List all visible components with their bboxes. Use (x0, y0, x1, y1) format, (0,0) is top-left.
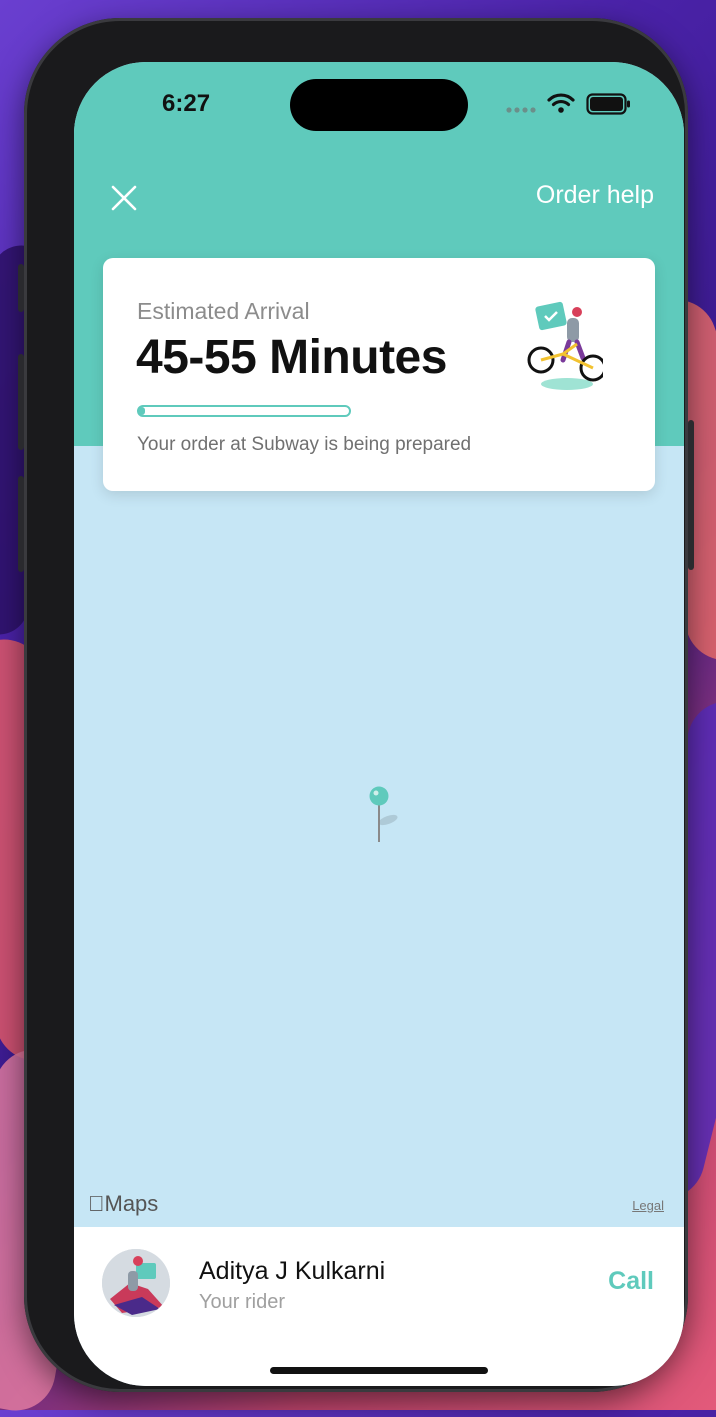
eta-card: Estimated Arrival 45-55 Minutes Your ord… (103, 258, 655, 491)
maps-attribution: Maps (88, 1191, 158, 1217)
rider-avatar-illustration (102, 1249, 170, 1317)
map-pin-icon[interactable] (366, 786, 402, 846)
maps-attribution-label: Maps (88, 1191, 159, 1216)
volume-down-button (18, 476, 24, 572)
order-help-link[interactable]: Order help (536, 181, 654, 210)
progress-fill (139, 407, 146, 415)
rider-on-bicycle-illustration (527, 301, 603, 390)
call-button[interactable]: Call (608, 1267, 654, 1296)
legal-link[interactable]: Legal (632, 1198, 664, 1213)
mute-switch (18, 264, 24, 312)
rider-role: Your rider (199, 1291, 285, 1313)
home-indicator[interactable] (270, 1367, 488, 1374)
volume-up-button (18, 354, 24, 450)
eta-label: Estimated Arrival (137, 298, 310, 324)
order-status-text: Your order at Subway is being prepared (137, 434, 472, 455)
rider-name: Aditya J Kulkarni (199, 1257, 386, 1285)
dynamic-island (290, 79, 468, 131)
status-time: 6:27 (162, 90, 211, 117)
cellular-signal-icon (506, 107, 536, 113)
rider-panel: Aditya J Kulkarni Your rider Call (74, 1227, 684, 1386)
battery-icon (586, 93, 630, 115)
phone-frame: 6:27 Order help Maps Legal Estimated Arr… (18, 18, 694, 1392)
progress-bar (137, 405, 351, 417)
close-icon[interactable] (108, 182, 140, 214)
wifi-icon (547, 93, 575, 113)
status-bar: 6:27 (74, 62, 684, 152)
power-button (688, 420, 694, 570)
app-screen: 6:27 Order help Maps Legal Estimated Arr… (74, 62, 684, 1386)
rider-avatar (102, 1249, 170, 1317)
apple-logo-icon:  (88, 1191, 105, 1216)
eta-value: 45-55 Minutes (136, 331, 447, 384)
